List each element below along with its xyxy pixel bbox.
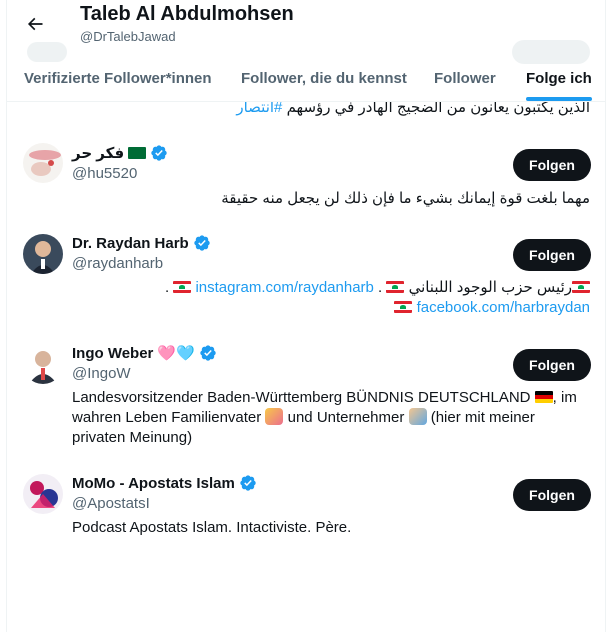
follow-button[interactable]: Folgen — [513, 149, 591, 181]
active-tab-indicator — [526, 97, 592, 101]
user-handle[interactable]: @IngoW — [72, 365, 131, 382]
user-name-line: فكر حر — [72, 144, 168, 162]
back-button[interactable] — [19, 8, 51, 40]
avatar[interactable] — [23, 474, 63, 514]
user-name[interactable]: Dr. Raydan Harb — [72, 235, 189, 252]
avatar[interactable] — [23, 143, 63, 183]
user-row[interactable]: فكر حر @hu5520 Folgen مهما بلغت قوة إيما… — [7, 134, 605, 226]
family-emoji-icon — [265, 408, 284, 425]
user-name-line: MoMo - Apostats Islam — [72, 474, 257, 492]
user-name[interactable]: MoMo - Apostats Islam — [72, 475, 235, 492]
instagram-link[interactable]: instagram.com/raydanharb — [195, 279, 373, 296]
bio-text: رئيس حزب الوجود اللبناني — [408, 279, 572, 296]
bio-text: und Unternehmer — [287, 409, 405, 426]
germany-flag-icon — [534, 391, 553, 403]
verified-badge-icon — [240, 475, 256, 491]
user-name-line: Dr. Raydan Harb — [72, 234, 211, 252]
page-subtitle-handle: @DrTalebJawad — [80, 29, 176, 44]
follow-button[interactable]: Folgen — [513, 239, 591, 271]
page-title: Taleb Al Abdulmohsen — [80, 3, 294, 25]
office-worker-emoji-icon — [408, 408, 427, 425]
arrow-left-icon — [27, 17, 43, 31]
tab-label: Folge ich — [526, 70, 592, 87]
avatar[interactable] — [23, 234, 63, 274]
user-name[interactable]: Ingo Weber — [72, 345, 153, 362]
facebook-link[interactable]: facebook.com/harbraydan — [417, 299, 590, 316]
user-bio: رئيس حزب الوجود اللبناني . instagram.com… — [164, 279, 590, 316]
user-handle[interactable]: @raydanharb — [72, 255, 163, 272]
follow-button[interactable]: Folgen — [513, 479, 591, 511]
lebanon-flag-icon — [394, 301, 413, 313]
tab-verified-followers[interactable]: Verifizierte Follower*innen — [24, 56, 212, 101]
user-bio: Podcast Apostats Islam. Intactiviste. Pè… — [72, 519, 352, 536]
user-bio: مهما بلغت قوة إيمانك بشيء ما فإن ذلك لن … — [221, 190, 590, 207]
tab-followers-you-know[interactable]: Follower, die du kennst — [241, 56, 407, 101]
lebanon-flag-icon — [572, 281, 590, 293]
verified-badge-icon — [194, 235, 210, 251]
user-row[interactable]: Dr. Raydan Harb @raydanharb Folgen رئيس … — [7, 226, 605, 336]
avatar[interactable] — [23, 344, 63, 384]
tab-label: Follower — [434, 70, 496, 87]
user-name[interactable]: فكر حر — [72, 144, 124, 162]
main-column: الذين يكتبون يعانون من الضجيج الهادر في … — [6, 0, 606, 632]
user-name-line: Ingo Weber 🩷🩵 — [72, 344, 217, 362]
faded-button-ghost — [27, 42, 67, 62]
tab-followers[interactable]: Follower — [434, 56, 496, 101]
bio-text: Landesvorsitzender Baden-Württemberg BÜN… — [72, 389, 531, 406]
follow-button[interactable]: Folgen — [513, 349, 591, 381]
heart-emoji: 🩷🩵 — [157, 345, 195, 362]
faded-button-ghost — [512, 40, 590, 64]
tab-bar: Verifizierte Follower*innen Follower, di… — [7, 56, 605, 101]
tab-label: Verifizierte Follower*innen — [24, 70, 212, 87]
verified-badge-icon — [151, 145, 167, 161]
user-bio: Landesvorsitzender Baden-Württemberg BÜN… — [72, 388, 590, 448]
tab-label: Follower, die du kennst — [241, 70, 407, 87]
verified-badge-icon — [200, 345, 216, 361]
page-header: Taleb Al Abdulmohsen @DrTalebJawad Verif… — [7, 0, 605, 102]
lebanon-flag-icon — [173, 281, 192, 293]
user-row[interactable]: MoMo - Apostats Islam @ApostatsI Folgen … — [7, 466, 605, 556]
saudi-flag-icon — [128, 147, 147, 159]
lebanon-flag-icon — [386, 281, 405, 293]
user-handle[interactable]: @ApostatsI — [72, 495, 150, 512]
user-row[interactable]: Ingo Weber 🩷🩵 @IngoW Folgen Landesvorsit… — [7, 336, 605, 466]
user-handle[interactable]: @hu5520 — [72, 165, 137, 182]
